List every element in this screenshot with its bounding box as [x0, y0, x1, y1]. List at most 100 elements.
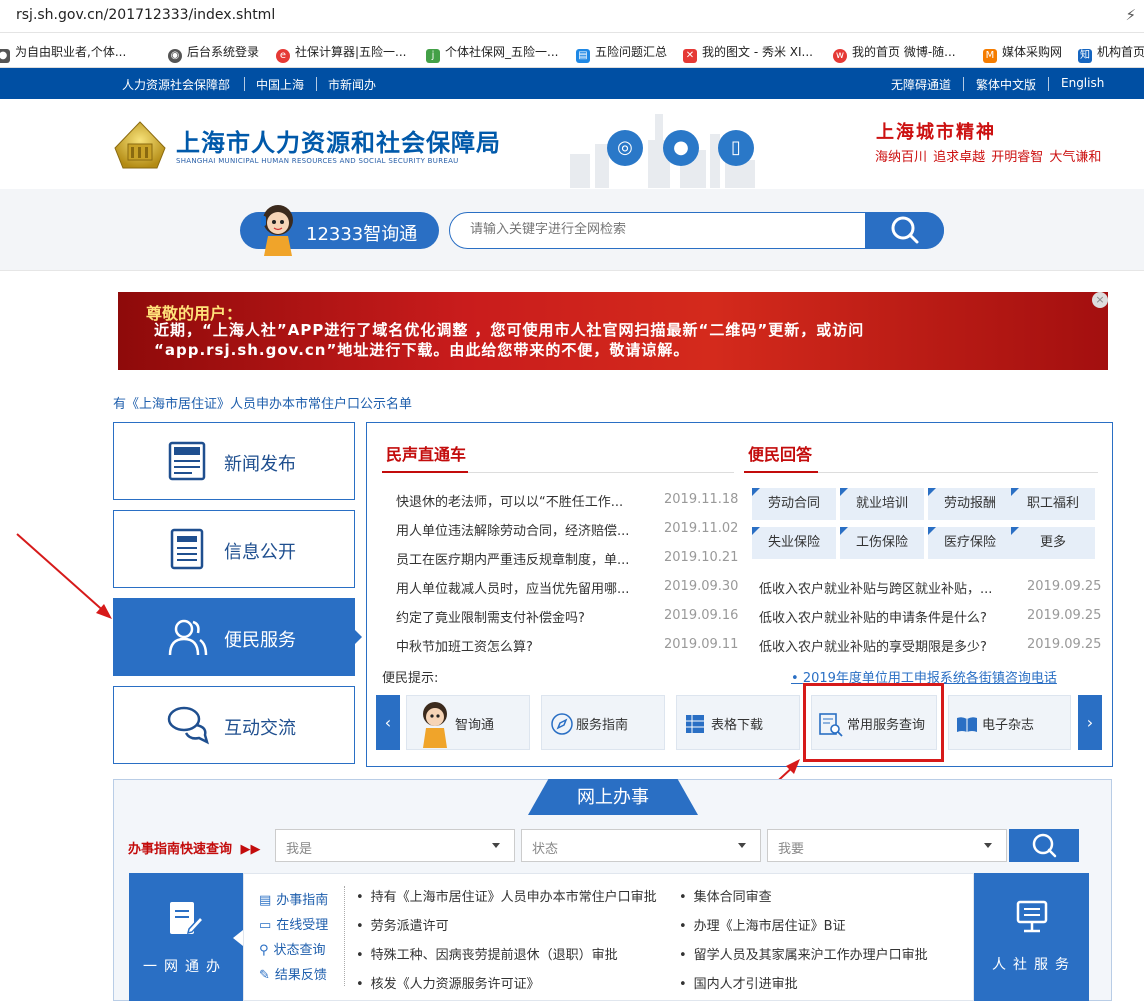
nav-info-disclosure[interactable]: 信息公开	[113, 510, 355, 588]
traditional-chinese-link[interactable]: 繁体中文版	[976, 76, 1036, 93]
qa-tag[interactable]: 工伤保险	[840, 527, 924, 559]
book-icon	[957, 717, 977, 732]
bookmark-item[interactable]: j 个体社保网_五险一...	[426, 43, 558, 63]
qa-tag[interactable]: 劳动合同	[752, 488, 836, 520]
top-link[interactable]: 人力资源社会保障部	[122, 76, 230, 93]
carousel-next-button[interactable]: ›	[1078, 695, 1102, 750]
news-item[interactable]: 快退休的老法师，可以以“不胜任工作...	[396, 491, 623, 510]
top-link[interactable]: 市新闻办	[328, 76, 376, 93]
news-item[interactable]: 员工在医疗期内严重违反规章制度，单...	[396, 549, 629, 568]
news-date: 2019.09.16	[664, 608, 739, 623]
news-date: 2019.11.18	[664, 492, 739, 507]
qa-tag[interactable]: 就业培训	[840, 488, 924, 520]
card-e-magazine[interactable]: 电子杂志	[948, 695, 1071, 750]
qa-item[interactable]: 低收入农户就业补贴与跨区就业补贴，...	[759, 578, 992, 597]
news-item[interactable]: 中秋节加班工资怎么算?	[396, 636, 533, 655]
news-item[interactable]: 用人单位违法解除劳动合同，经济赔偿...	[396, 520, 629, 539]
search-input[interactable]	[470, 222, 850, 237]
minsheng-tab[interactable]: 民声直通车	[386, 441, 466, 465]
divider	[316, 77, 317, 91]
news-item[interactable]: 用人单位裁减人员时，应当优先留用哪...	[396, 578, 629, 597]
camera-icon: ●	[0, 49, 10, 63]
qa-tag[interactable]: 失业保险	[752, 527, 836, 559]
bookmark-item[interactable]: ✕ 我的图文 - 秀米 XI...	[683, 43, 813, 63]
accessibility-link[interactable]: 无障碍通道	[891, 76, 951, 93]
bookmark-item[interactable]: ◉ 后台系统登录	[168, 43, 259, 63]
globe-icon: ◉	[168, 49, 182, 63]
one-stop-service-panel[interactable]: 一网通办	[129, 873, 243, 1001]
caret-down-icon	[492, 843, 500, 848]
search-button[interactable]	[865, 212, 944, 249]
qa-tag[interactable]: 医疗保险	[928, 527, 1012, 559]
bookmark-item[interactable]: M 媒体采购网	[983, 43, 1062, 63]
browser-address-bar[interactable]: rsj.sh.gov.cn/201712333/index.shtml ⚡	[0, 0, 1144, 33]
qa-date: 2019.09.25	[1027, 637, 1102, 652]
news-icon	[168, 441, 206, 481]
close-icon[interactable]: ×	[1092, 292, 1108, 308]
highlight-box	[803, 683, 944, 762]
online-accept-link[interactable]: ▭ 在线受理	[259, 914, 328, 933]
e-icon: e	[276, 49, 290, 63]
xiumi-icon: ✕	[683, 49, 697, 63]
smart-assistant-button[interactable]: 12333智询通	[240, 205, 439, 256]
news-item[interactable]: 约定了竟业限制需支付补偿金吗?	[396, 607, 585, 626]
mobile-icon[interactable]: ▯	[718, 130, 754, 166]
table-icon	[686, 715, 704, 733]
online-services-tab[interactable]: 网上办事	[528, 779, 698, 815]
quick-search-button[interactable]	[1009, 829, 1079, 862]
service-item[interactable]: 特殊工种、因病丧劳提前退休（退职）审批	[356, 944, 618, 963]
guide-link[interactable]: ▤ 办事指南	[259, 889, 328, 908]
site-title[interactable]: 上海市人力资源和社会保障局	[176, 123, 501, 158]
qa-item[interactable]: 低收入农户就业补贴的享受期限是多少?	[759, 636, 987, 655]
card-form-download[interactable]: 表格下载	[676, 695, 800, 750]
status-dropdown[interactable]: 状态	[521, 829, 761, 862]
doc-icon: ▤	[576, 49, 590, 63]
card-smart-assistant[interactable]: 智询通	[406, 695, 530, 750]
url-text[interactable]: rsj.sh.gov.cn/201712333/index.shtml	[16, 7, 275, 23]
service-item[interactable]: 劳务派遣许可	[356, 915, 449, 934]
service-item[interactable]: 办理《上海市居住证》B证	[679, 915, 846, 934]
nav-convenience-services[interactable]: 便民服务	[113, 598, 355, 676]
caret-down-icon	[984, 843, 992, 848]
service-item[interactable]: 集体合同审查	[679, 886, 772, 905]
need-dropdown[interactable]: 我要	[767, 829, 1007, 862]
bookmark-item[interactable]: 知机构首页	[1078, 43, 1144, 63]
bookmark-item[interactable]: e 社保计算器|五险一...	[276, 43, 407, 63]
notice-link[interactable]: 有《上海市居住证》人员申办本市常住户口公示名单	[113, 393, 412, 412]
news-date: 2019.10.21	[664, 550, 739, 565]
english-link[interactable]: English	[1061, 76, 1104, 90]
search-icon	[891, 216, 919, 244]
card-service-guide[interactable]: 服务指南	[541, 695, 665, 750]
qa-item[interactable]: 低收入农户就业补贴的申请条件是什么?	[759, 607, 987, 626]
top-link[interactable]: 中国上海	[256, 76, 304, 93]
announcement-banner[interactable]: 尊敬的用户： 近期，“上海人社”APP进行了域名优化调整 ，您可使用市人社官网扫…	[118, 292, 1108, 370]
nav-interaction[interactable]: 互动交流	[113, 686, 355, 764]
carousel-prev-button[interactable]: ‹	[376, 695, 400, 750]
qa-tag-more[interactable]: 更多	[1011, 527, 1095, 559]
identity-dropdown[interactable]: 我是	[275, 829, 515, 862]
dropdown-value: 我要	[778, 842, 805, 857]
service-item[interactable]: 核发《人力资源服务许可证》	[356, 973, 540, 992]
result-feedback-link[interactable]: ✎ 结果反馈	[259, 964, 327, 983]
status-query-link[interactable]: ⚲ 状态查询	[259, 939, 326, 958]
qa-tag[interactable]: 职工福利	[1011, 488, 1095, 520]
weibo-icon[interactable]: ◎	[607, 130, 643, 166]
bookmark-item[interactable]: ▤ 五险问题汇总	[576, 43, 667, 63]
service-item[interactable]: 持有《上海市居住证》人员申办本市常住户口审批	[356, 886, 657, 905]
wechat-icon[interactable]: ●	[663, 130, 699, 166]
divider	[344, 886, 345, 986]
bookmark-item[interactable]: ● 为自由职业者,个体...	[0, 43, 126, 63]
bureau-logo-icon[interactable]	[113, 120, 167, 170]
guide-icon: ▤	[259, 893, 272, 908]
service-item[interactable]: 国内人才引进审批	[679, 973, 798, 992]
bookmark-item[interactable]: w 我的首页 微博-随...	[833, 43, 956, 63]
qa-date: 2019.09.25	[1027, 579, 1102, 594]
hr-services-panel[interactable]: 人社服务	[974, 873, 1089, 1001]
qa-tab[interactable]: 便民回答	[748, 441, 812, 465]
service-item[interactable]: 留学人员及其家属来沪工作办理户口审批	[679, 944, 928, 963]
lightning-icon[interactable]: ⚡	[1125, 6, 1136, 24]
nav-news-release[interactable]: 新闻发布	[113, 422, 355, 500]
nav-label: 互动交流	[224, 718, 296, 739]
qa-date: 2019.09.25	[1027, 608, 1102, 623]
qa-tag[interactable]: 劳动报酬	[928, 488, 1012, 520]
